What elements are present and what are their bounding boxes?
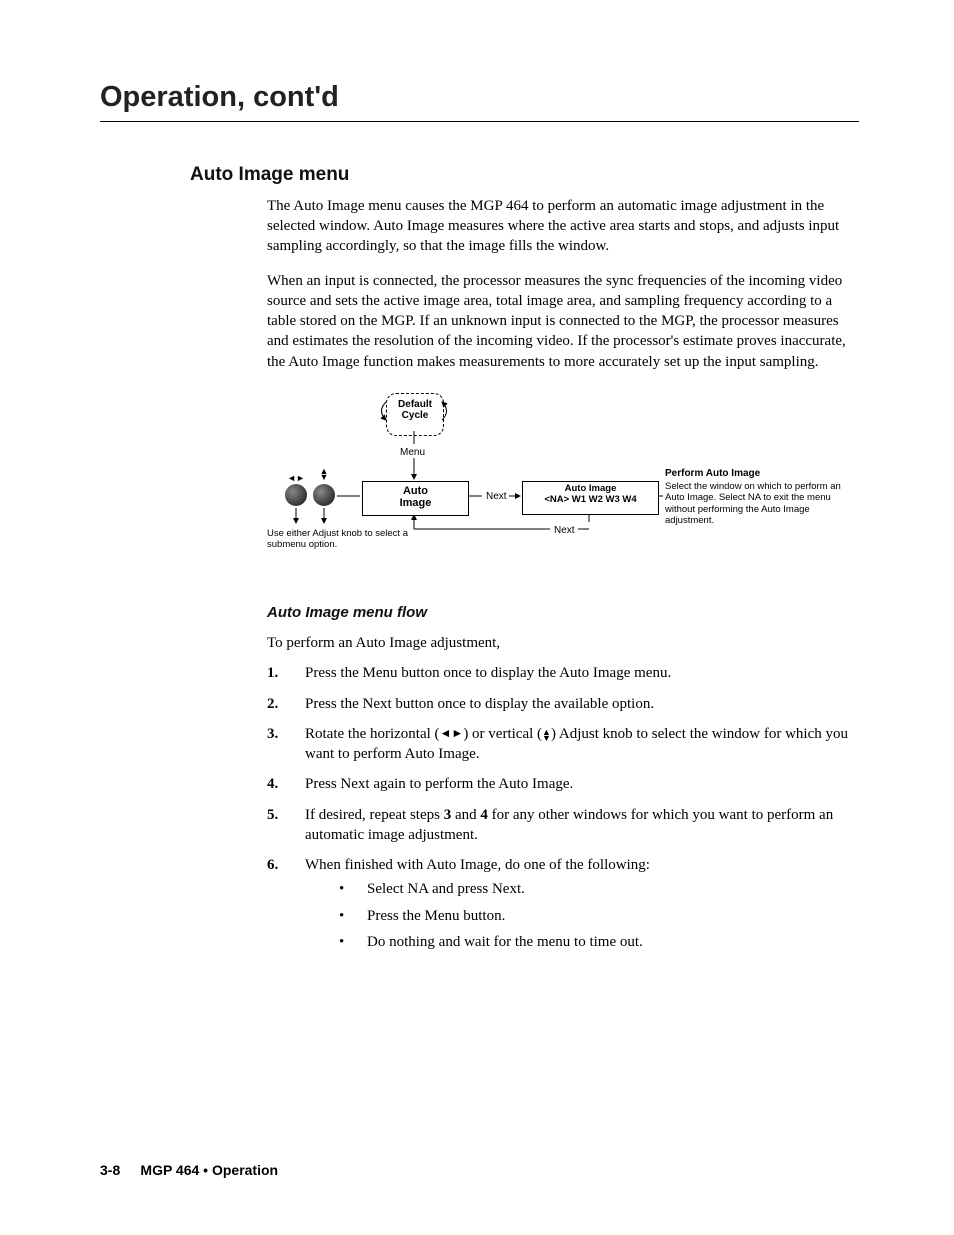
footer-text: MGP 464 • Operation [140, 1162, 278, 1178]
adjust-knob-icon [313, 484, 335, 506]
diagram: Default Cycle Menu ◄► ▲▼ Use either Adju… [177, 386, 854, 581]
label: Cycle [402, 410, 429, 421]
item-text: Press Next again to perform the Auto Ima… [305, 774, 854, 794]
bullet-text: Select NA and press Next. [367, 879, 525, 899]
list-item: 4. Press Next again to perform the Auto … [267, 774, 854, 794]
item-number: 2. [267, 694, 305, 714]
submenu-box: Auto Image <NA> W1 W2 W3 W4 [522, 481, 659, 515]
menu-label: Menu [400, 446, 425, 460]
page-number: 3-8 [100, 1162, 120, 1178]
bullet-text: Do nothing and wait for the menu to time… [367, 932, 643, 952]
list-item: 3. Rotate the horizontal (◄►) or vertica… [267, 724, 854, 765]
list-item: • Do nothing and wait for the menu to ti… [333, 932, 854, 952]
list-item: 2. Press the Next button once to display… [267, 694, 854, 714]
body: The Auto Image menu causes the MGP 464 t… [267, 196, 854, 958]
horizontal-arrows-icon: ◄► [285, 472, 307, 484]
default-cycle-box: Default Cycle [386, 393, 444, 436]
title: Perform Auto Image [665, 468, 845, 480]
left-right-arrows-icon: ◄► [440, 726, 464, 740]
item-text: Press the Next button once to display th… [305, 694, 854, 714]
intro-line: To perform an Auto Image adjustment, [267, 633, 854, 653]
adjust-knob-icon [285, 484, 307, 506]
item-text: Rotate the horizontal (◄►) or vertical (… [305, 724, 854, 765]
bullet-icon: • [333, 906, 367, 926]
bullet-icon: • [333, 932, 367, 952]
auto-image-box: Auto Image [362, 481, 469, 516]
label: Auto Image [565, 483, 617, 494]
next-label: Next [554, 524, 575, 538]
body: Select the window on which to perform an… [665, 481, 841, 526]
label: Image [400, 497, 432, 509]
item-number: 1. [267, 663, 305, 683]
list-item: • Select NA and press Next. [333, 879, 854, 899]
up-down-arrows-icon: ▲▼ [542, 729, 551, 741]
next-label: Next [486, 490, 507, 504]
bullet-text: Press the Menu button. [367, 906, 505, 926]
item-text: Press the Menu button once to display th… [305, 663, 854, 683]
paragraph: The Auto Image menu causes the MGP 464 t… [267, 196, 854, 257]
title-rule [100, 121, 859, 122]
paragraph: When an input is connected, the processo… [267, 271, 854, 372]
ordered-list: 1. Press the Menu button once to display… [267, 663, 854, 958]
list-item: 6. When finished with Auto Image, do one… [267, 855, 854, 958]
page-footer: 3-8 MGP 464 • Operation [100, 1161, 278, 1181]
list-item: • Press the Menu button. [333, 906, 854, 926]
item-number: 5. [267, 805, 305, 846]
bullet-icon: • [333, 879, 367, 899]
label: Default [398, 399, 432, 410]
knob-caption: Use either Adjust knob to select a subme… [267, 529, 417, 551]
item-number: 6. [267, 855, 305, 958]
item-text: When finished with Auto Image, do one of… [305, 855, 854, 958]
label: Auto [403, 485, 428, 497]
bullet-list: • Select NA and press Next. • Press the … [333, 879, 854, 952]
page: Operation, cont'd Auto Image menu The Au… [0, 0, 954, 1235]
item-number: 3. [267, 724, 305, 765]
section-heading: Auto Image menu [190, 162, 859, 188]
item-text: If desired, repeat steps 3 and 4 for any… [305, 805, 854, 846]
chapter-title: Operation, cont'd [100, 78, 859, 117]
list-item: 5. If desired, repeat steps 3 and 4 for … [267, 805, 854, 846]
list-item: 1. Press the Menu button once to display… [267, 663, 854, 683]
subsection-heading: Auto Image menu flow [267, 603, 854, 623]
diagram-description: Perform Auto Image Select the window on … [665, 468, 845, 527]
label: <NA> W1 W2 W3 W4 [544, 494, 636, 505]
item-number: 4. [267, 774, 305, 794]
vertical-arrows-icon: ▲▼ [313, 468, 335, 480]
